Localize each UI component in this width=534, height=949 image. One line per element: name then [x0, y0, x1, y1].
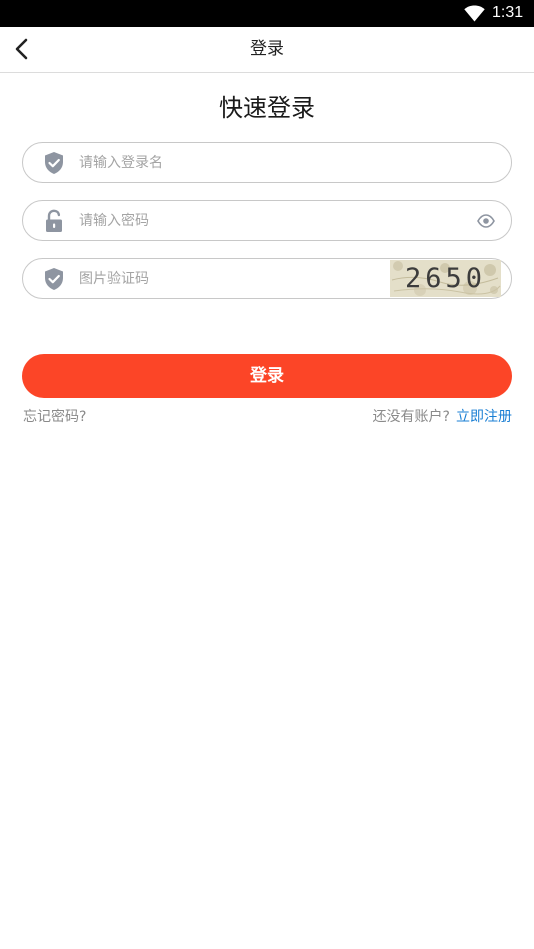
captcha-field[interactable]: 2650: [22, 258, 512, 299]
nav-bar: 登录: [0, 27, 534, 73]
status-bar: 1:31: [0, 0, 534, 27]
username-input[interactable]: [79, 150, 379, 176]
page-heading: 快速登录: [219, 94, 315, 122]
eye-icon[interactable]: [477, 214, 495, 228]
status-time: 1:31: [492, 4, 524, 21]
password-field[interactable]: [22, 200, 512, 241]
shield-check-icon: [45, 152, 63, 174]
nav-title: 登录: [250, 39, 284, 59]
lock-icon: [46, 209, 62, 232]
register-link[interactable]: 立即注册: [456, 409, 512, 425]
shield-check-icon: [45, 268, 63, 290]
register-row: 还没有账户? 立即注册: [373, 408, 512, 426]
login-button[interactable]: 登录: [22, 354, 512, 398]
forgot-password-link[interactable]: 忘记密码?: [23, 408, 86, 426]
wifi-icon: [464, 5, 485, 22]
register-prompt: 还没有账户?: [372, 409, 450, 425]
captcha-text: 2650: [404, 263, 487, 294]
username-field[interactable]: [22, 142, 512, 183]
password-input[interactable]: [79, 208, 379, 234]
captcha-image[interactable]: 2650: [390, 260, 501, 297]
captcha-input[interactable]: [79, 266, 319, 292]
